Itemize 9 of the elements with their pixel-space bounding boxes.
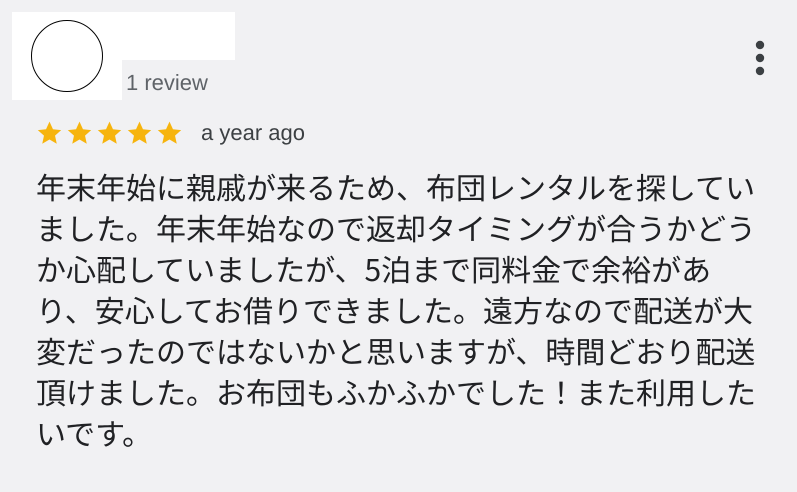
- star-icon: [126, 120, 153, 146]
- review-count: 1 review: [126, 70, 209, 96]
- more-options-icon[interactable]: [755, 40, 765, 76]
- star-icon: [66, 120, 93, 146]
- star-icon: [96, 120, 123, 146]
- review-text: 年末年始に親戚が来るため、布団レンタルを探していました。年末年始なので返却タイミングが合うかどうか心配していましたが、5泊まで同料金で余裕があり、安心してお借りできました。遠方なので配送が大変だったのではないかと思いますが、時間どおり配送頂けました。お布団もふかふかでした！また利用したいです。: [36, 166, 757, 453]
- star-icon: [156, 120, 183, 146]
- review-time: a year ago: [201, 120, 305, 146]
- star-icon: [36, 120, 63, 146]
